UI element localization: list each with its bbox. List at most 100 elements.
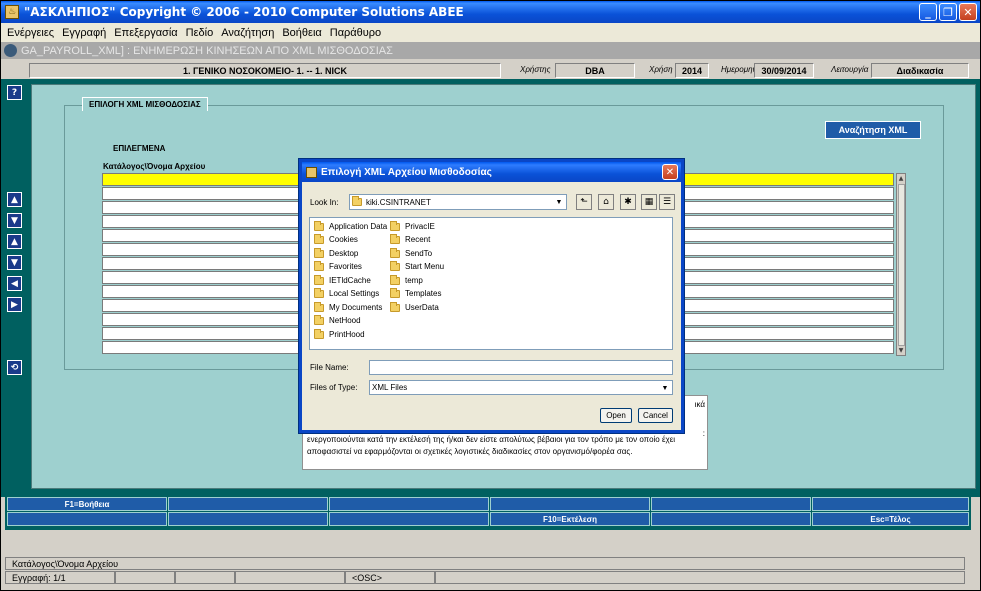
folder-icon xyxy=(314,233,324,244)
folder-icon xyxy=(314,314,324,325)
folder-icon xyxy=(390,220,400,231)
first-record-icon[interactable]: ▲ xyxy=(7,192,22,207)
look-in-label: Look In: xyxy=(310,198,339,207)
f10-execute-button[interactable]: F10=Εκτέλεση xyxy=(490,512,650,526)
folder-icon xyxy=(314,328,324,339)
list-item[interactable]: Cookies xyxy=(314,233,358,246)
form-title: GA_PAYROLL_XML] : ΕΝΗΜΕΡΩΣΗ ΚΙΝΗΣΕΩΝ ΑΠΟ… xyxy=(21,44,393,57)
list-item[interactable]: temp xyxy=(390,274,423,287)
chevron-down-icon[interactable]: ▼ xyxy=(659,382,671,394)
left-toolbar: ? ▲ ▼ ▲ ▼ ◀ ▶ ⟲ xyxy=(1,79,27,497)
files-of-type-combo[interactable]: XML Files ▼ xyxy=(369,380,673,395)
list-item[interactable]: Templates xyxy=(390,287,441,300)
folder-name: PrintHood xyxy=(329,330,365,339)
folder-name: Application Data xyxy=(329,222,388,231)
menu-search[interactable]: Αναζήτηση xyxy=(221,27,274,39)
fkey-empty[interactable] xyxy=(812,497,969,511)
previous-block-icon[interactable]: ◀ xyxy=(7,276,22,291)
list-item[interactable]: SendTo xyxy=(390,247,432,260)
exit-icon[interactable]: ⟲ xyxy=(7,360,22,375)
file-name-label: File Name: xyxy=(310,363,349,372)
menu-actions[interactable]: Ενέργειες xyxy=(7,27,54,39)
list-item[interactable]: My Documents xyxy=(314,301,382,314)
f1-help-button[interactable]: F1=Βοήθεια xyxy=(7,497,167,511)
last-record-icon[interactable]: ▼ xyxy=(7,213,22,228)
file-chooser-dialog: Επιλογή XML Αρχείου Μισθοδοσίας ✕ Look I… xyxy=(299,159,684,433)
cancel-button[interactable]: Cancel xyxy=(638,408,673,423)
status-cell xyxy=(115,571,175,584)
up-folder-icon[interactable]: ⬑ xyxy=(576,194,592,210)
fkey-empty[interactable] xyxy=(168,497,328,511)
selected-group-label: ΕΠΙΛΕΓΜΕΝΑ xyxy=(113,144,166,153)
folder-name: NetHood xyxy=(329,316,361,325)
year-field: 2014 xyxy=(675,63,709,78)
list-item[interactable]: Application Data xyxy=(314,220,387,233)
fkey-empty[interactable] xyxy=(7,512,167,526)
folder-name: SendTo xyxy=(405,249,433,258)
list-item[interactable]: Start Menu xyxy=(390,260,444,273)
folder-name: Templates xyxy=(405,289,442,298)
fkey-empty[interactable] xyxy=(329,512,489,526)
folder-name: temp xyxy=(405,276,423,285)
list-item[interactable]: PrintHood xyxy=(314,328,365,341)
folder-name: Desktop xyxy=(329,249,359,258)
function-key-bar: F1=Βοήθεια F10=Εκτέλεση Esc=Τέλος xyxy=(5,497,971,530)
next-block-icon[interactable]: ▶ xyxy=(7,297,22,312)
menu-edit[interactable]: Επεξεργασία xyxy=(114,27,177,39)
esc-exit-button[interactable]: Esc=Τέλος xyxy=(812,512,969,526)
scroll-down-icon[interactable]: ▼ xyxy=(897,346,905,355)
next-record-icon[interactable]: ▼ xyxy=(7,255,22,270)
new-folder-icon[interactable]: ✱ xyxy=(620,194,636,210)
list-view-icon[interactable]: ▦ xyxy=(641,194,657,210)
folder-icon xyxy=(314,274,324,285)
date-field: 30/09/2014 xyxy=(754,63,814,78)
status-bar: Εγγραφή: 1/1 <OSC> xyxy=(5,571,965,584)
menu-field[interactable]: Πεδίο xyxy=(186,27,214,39)
close-button[interactable]: ✕ xyxy=(959,3,977,21)
folder-name: Favorites xyxy=(329,262,362,271)
home-icon[interactable]: ⌂ xyxy=(598,194,614,210)
list-item[interactable]: UserData xyxy=(390,301,439,314)
minimize-button[interactable]: _ xyxy=(919,3,937,21)
restore-button[interactable]: ❐ xyxy=(939,3,957,21)
search-xml-button[interactable]: Αναζήτηση XML xyxy=(825,121,921,139)
fkey-empty[interactable] xyxy=(651,497,811,511)
status-record: Εγγραφή: 1/1 xyxy=(5,571,115,584)
scroll-thumb[interactable] xyxy=(898,184,905,346)
fkey-empty[interactable] xyxy=(329,497,489,511)
look-in-combo[interactable]: kiki.CSINTRANET ▼ xyxy=(349,194,567,210)
scroll-up-icon[interactable]: ▲ xyxy=(897,174,905,183)
list-item[interactable]: NetHood xyxy=(314,314,361,327)
rows-scrollbar[interactable]: ▲ ▼ xyxy=(896,173,906,356)
status-cell xyxy=(175,571,235,584)
fkey-empty[interactable] xyxy=(168,512,328,526)
list-item[interactable]: IETldCache xyxy=(314,274,371,287)
dialog-close-button[interactable]: ✕ xyxy=(662,164,678,180)
list-item[interactable]: Recent xyxy=(390,233,430,246)
folder-icon xyxy=(314,260,324,271)
file-name-input[interactable] xyxy=(369,360,673,375)
list-item[interactable]: Local Settings xyxy=(314,287,379,300)
tab-select-xml[interactable]: ΕΠΙΛΟΓΗ XML ΜΙΣΘΟΔΟΣΙΑΣ xyxy=(82,97,208,111)
title-bar: ♨ "ΑΣΚΛΗΠΙΟΣ" Copyright © 2006 - 2010 Co… xyxy=(1,1,980,23)
help-icon[interactable]: ? xyxy=(7,85,22,100)
dialog-app-icon xyxy=(306,166,317,178)
menu-record[interactable]: Εγγραφή xyxy=(62,27,106,39)
status-cell xyxy=(235,571,345,584)
previous-record-icon[interactable]: ▲ xyxy=(7,234,22,249)
filename-column-header: Κατάλογος\Όνομα Αρχείου xyxy=(103,162,206,171)
file-list[interactable]: Application Data Cookies Desktop Favorit… xyxy=(309,217,673,350)
open-button[interactable]: Open xyxy=(600,408,632,423)
menu-window[interactable]: Παράθυρο xyxy=(330,27,381,39)
form-title-bar: GA_PAYROLL_XML] : ΕΝΗΜΕΡΩΣΗ ΚΙΝΗΣΕΩΝ ΑΠΟ… xyxy=(1,42,980,59)
details-view-icon[interactable]: ☰ xyxy=(659,194,675,210)
list-item[interactable]: Favorites xyxy=(314,260,362,273)
chevron-down-icon[interactable]: ▼ xyxy=(553,196,565,208)
list-item[interactable]: PrivacIE xyxy=(390,220,435,233)
dialog-title: Επιλογή XML Αρχείου Μισθοδοσίας xyxy=(321,166,492,178)
fkey-empty[interactable] xyxy=(490,497,650,511)
menu-help[interactable]: Βοήθεια xyxy=(282,27,321,39)
list-item[interactable]: Desktop xyxy=(314,247,358,260)
folder-icon xyxy=(390,233,400,244)
fkey-empty[interactable] xyxy=(651,512,811,526)
